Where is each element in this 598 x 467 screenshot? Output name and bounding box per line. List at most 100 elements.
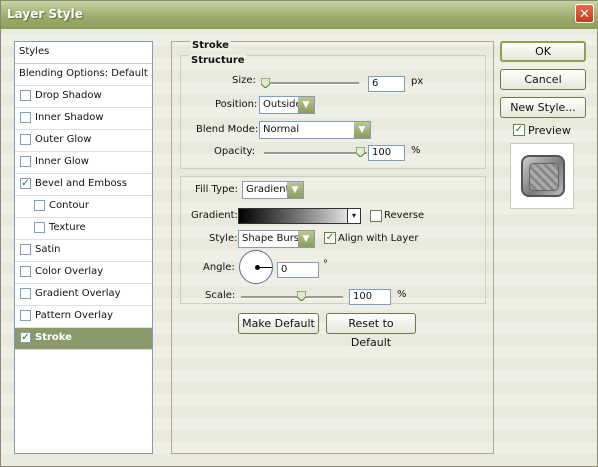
- angle-label: Angle:: [203, 262, 235, 273]
- sidebar-checkbox[interactable]: [34, 222, 45, 233]
- blend-mode-label: Blend Mode:: [196, 124, 259, 135]
- blend-mode-select[interactable]: Normal ▼: [259, 121, 371, 139]
- position-label: Position:: [215, 99, 258, 110]
- sidebar-item-color-overlay[interactable]: Color Overlay: [15, 262, 152, 284]
- ok-button[interactable]: OK: [500, 41, 586, 62]
- sidebar-checkbox[interactable]: [20, 266, 31, 277]
- reverse-label: Reverse: [384, 210, 425, 221]
- sidebar-item-label: Gradient Overlay: [35, 288, 121, 299]
- dropdown-arrow-icon: ▼: [287, 182, 303, 198]
- opacity-slider-thumb[interactable]: [356, 147, 365, 157]
- styles-heading-label: Styles: [19, 46, 50, 57]
- blend-mode-value: Normal: [263, 124, 300, 135]
- preview-swatch: [521, 155, 565, 197]
- sidebar-item-label: Stroke: [35, 332, 72, 343]
- sidebar-checkbox[interactable]: ✓: [20, 332, 31, 343]
- sidebar-item-stroke[interactable]: ✓ Stroke: [15, 328, 152, 350]
- scale-label: Scale:: [205, 290, 236, 301]
- sidebar-checkbox[interactable]: ✓: [20, 178, 31, 189]
- preview-label: Preview: [528, 124, 571, 137]
- title-bar[interactable]: Layer Style ✕: [1, 1, 598, 29]
- sidebar-checkbox[interactable]: [20, 288, 31, 299]
- style-preview: [510, 143, 574, 209]
- size-slider-thumb[interactable]: [261, 78, 270, 88]
- check-icon: ✓: [514, 124, 524, 135]
- opacity-input[interactable]: 100: [368, 145, 405, 161]
- structure-group: Structure Size: 6 px Position: Outside ▼…: [180, 55, 486, 169]
- align-with-layer-label: Align with Layer: [338, 233, 419, 244]
- fill-type-select[interactable]: Gradient ▼: [242, 181, 304, 199]
- make-default-button[interactable]: Make Default: [238, 313, 319, 334]
- gradient-label: Gradient:: [191, 210, 238, 221]
- position-select[interactable]: Outside ▼: [259, 96, 315, 114]
- sidebar-item-label: Drop Shadow: [35, 90, 102, 101]
- fill-type-value: Gradient: [246, 184, 290, 195]
- new-style-button[interactable]: New Style...: [500, 97, 586, 118]
- gradient-style-value: Shape Burst: [242, 233, 303, 244]
- styles-list: Styles Blending Options: Default Drop Sh…: [14, 41, 153, 454]
- sidebar-item-gradient-overlay[interactable]: Gradient Overlay: [15, 284, 152, 306]
- size-input[interactable]: 6: [368, 76, 405, 92]
- sidebar-item-label: Inner Glow: [35, 156, 89, 167]
- sidebar-checkbox[interactable]: [20, 156, 31, 167]
- size-unit: px: [411, 76, 424, 87]
- sidebar-checkbox[interactable]: [20, 244, 31, 255]
- sidebar-checkbox[interactable]: [20, 134, 31, 145]
- sidebar-checkbox[interactable]: [20, 112, 31, 123]
- sidebar-item-texture[interactable]: Texture: [15, 218, 152, 240]
- dropdown-arrow-icon: ▼: [354, 122, 370, 138]
- layer-style-dialog: Layer Style ✕ Styles Blending Options: D…: [0, 0, 598, 467]
- sidebar-item-drop-shadow[interactable]: Drop Shadow: [15, 86, 152, 108]
- size-slider-track[interactable]: [264, 82, 359, 85]
- position-value: Outside: [263, 99, 302, 110]
- scale-slider-thumb[interactable]: [297, 291, 306, 301]
- fill-type-label: Fill Type:: [195, 184, 238, 195]
- sidebar-item-label: Color Overlay: [35, 266, 104, 277]
- sidebar-checkbox[interactable]: [20, 90, 31, 101]
- scale-slider-track[interactable]: [241, 296, 343, 299]
- sidebar-item-label: Outer Glow: [35, 134, 92, 145]
- reverse-checkbox[interactable]: [370, 210, 382, 222]
- blending-options-label: Blending Options: Default: [19, 68, 148, 79]
- scale-unit: %: [397, 289, 407, 300]
- sidebar-item-satin[interactable]: Satin: [15, 240, 152, 262]
- scale-input[interactable]: 100: [349, 289, 391, 305]
- close-button[interactable]: ✕: [575, 4, 594, 23]
- sidebar-item-label: Contour: [49, 200, 89, 211]
- check-icon: ✓: [325, 232, 335, 243]
- size-label: Size:: [232, 75, 256, 86]
- sidebar-item-inner-shadow[interactable]: Inner Shadow: [15, 108, 152, 130]
- style-label: Style:: [209, 233, 238, 244]
- structure-title: Structure: [189, 55, 247, 66]
- sidebar-checkbox[interactable]: [20, 310, 31, 321]
- fill-type-group: Fill Type: Gradient ▼ Gradient: ▾ Revers…: [180, 176, 486, 305]
- sidebar-item-label: Texture: [49, 222, 86, 233]
- sidebar-item-pattern-overlay[interactable]: Pattern Overlay: [15, 306, 152, 328]
- opacity-slider-track[interactable]: [264, 152, 367, 155]
- preview-checkbox[interactable]: ✓: [513, 124, 525, 136]
- sidebar-item-outer-glow[interactable]: Outer Glow: [15, 130, 152, 152]
- angle-unit: °: [323, 259, 328, 270]
- window-title: Layer Style: [7, 7, 83, 21]
- styles-heading[interactable]: Styles: [15, 42, 152, 64]
- gradient-style-select[interactable]: Shape Burst ▼: [238, 230, 315, 248]
- sidebar-checkbox[interactable]: [34, 200, 45, 211]
- align-with-layer-checkbox[interactable]: ✓: [324, 232, 336, 244]
- sidebar-item-bevel-and-emboss[interactable]: ✓ Bevel and Emboss: [15, 174, 152, 196]
- reset-to-default-button[interactable]: Reset to Default: [326, 313, 416, 349]
- gradient-dropdown-icon[interactable]: ▾: [347, 209, 360, 223]
- angle-dial-center: [255, 265, 260, 270]
- angle-input[interactable]: 0: [277, 262, 319, 278]
- dropdown-arrow-icon: ▼: [298, 231, 314, 247]
- sidebar-item-contour[interactable]: Contour: [15, 196, 152, 218]
- blending-options-item[interactable]: Blending Options: Default: [15, 64, 152, 86]
- sidebar-item-label: Satin: [35, 244, 61, 255]
- sidebar-item-inner-glow[interactable]: Inner Glow: [15, 152, 152, 174]
- angle-dial[interactable]: [239, 250, 273, 284]
- preview-texture: [529, 163, 559, 191]
- gradient-picker[interactable]: ▾: [238, 208, 361, 224]
- sidebar-item-label: Pattern Overlay: [35, 310, 114, 321]
- opacity-label: Opacity:: [214, 146, 256, 157]
- cancel-button[interactable]: Cancel: [500, 69, 586, 90]
- stroke-panel: Stroke Structure Size: 6 px Position: Ou…: [171, 40, 494, 454]
